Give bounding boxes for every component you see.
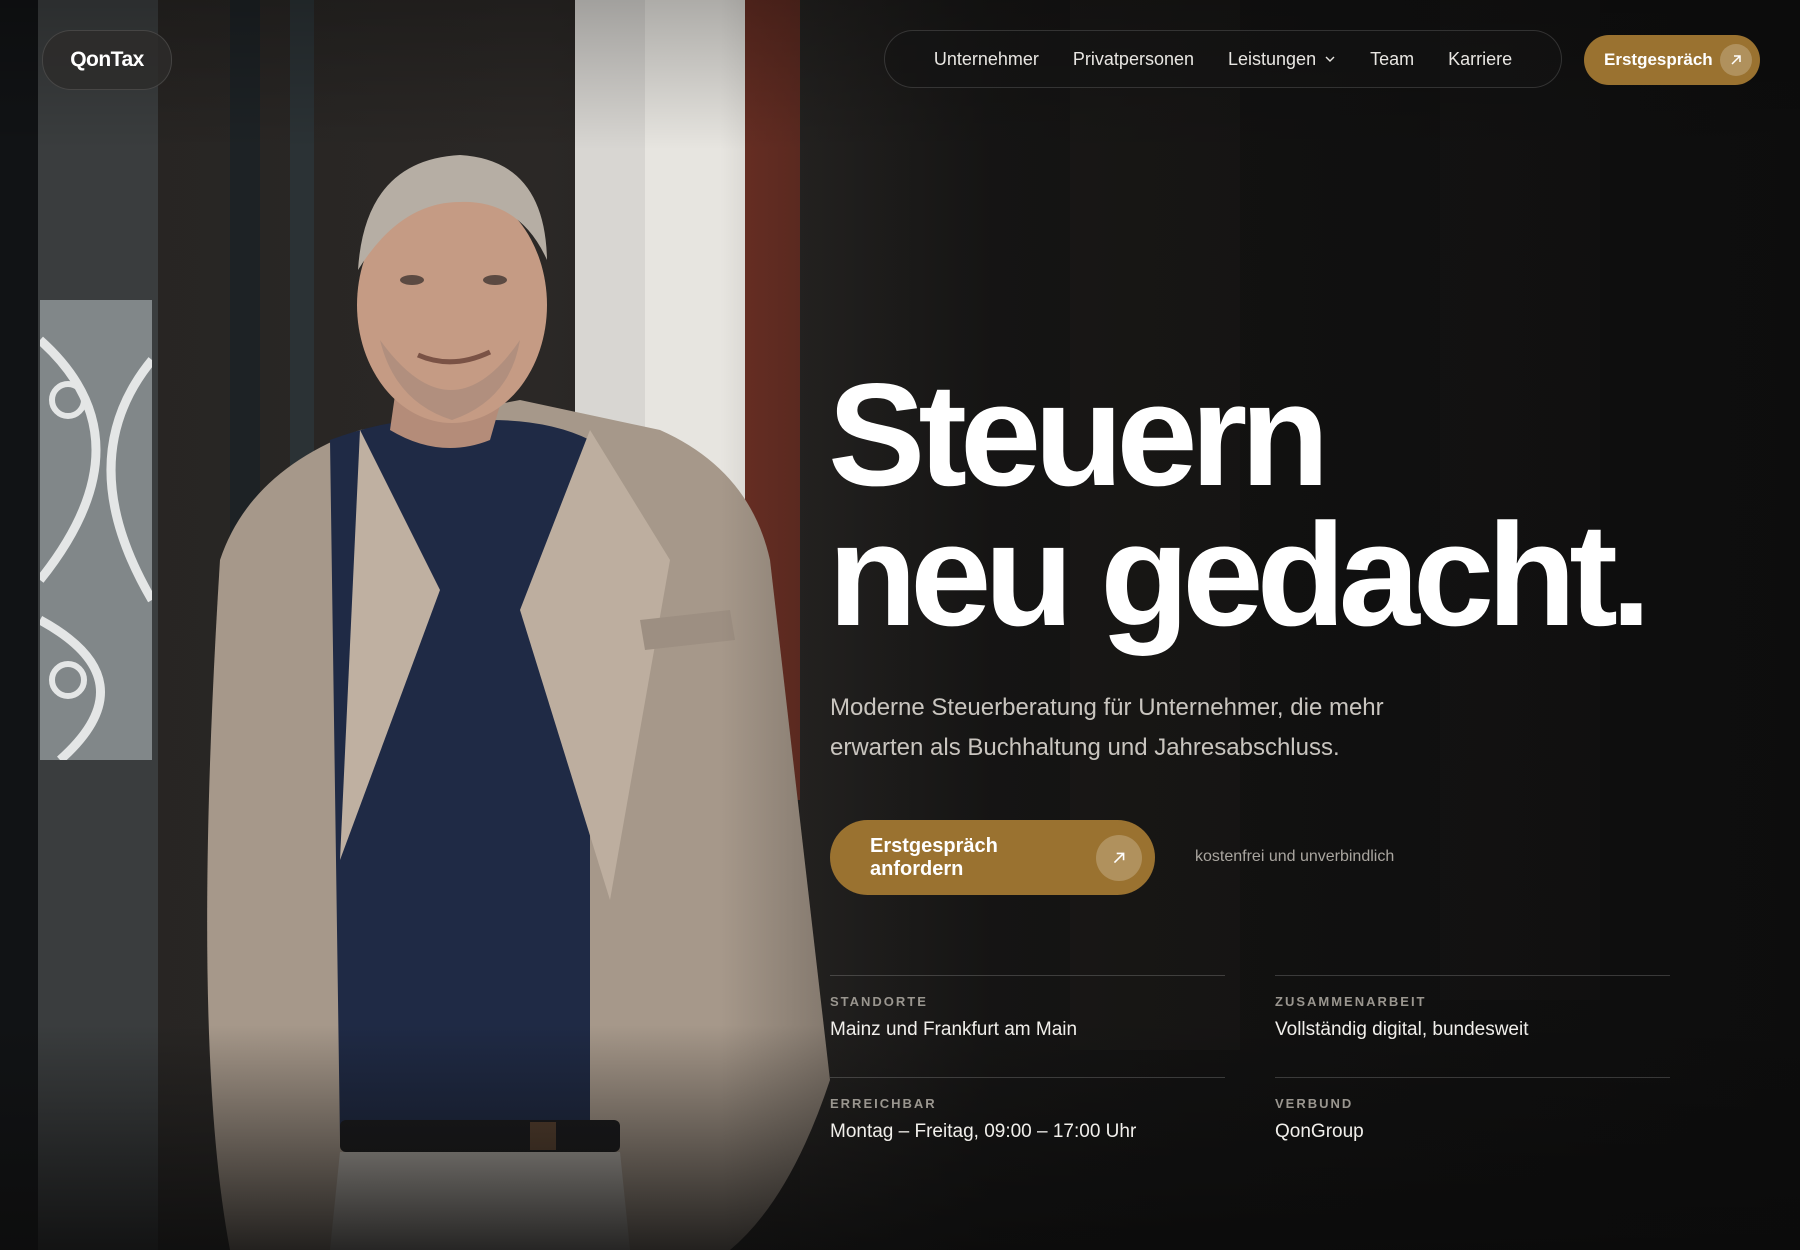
button-label: Erstgespräch xyxy=(1604,50,1713,69)
info-label: VERBUND xyxy=(1275,1096,1354,1111)
button-label: Erstgespräch anfordern xyxy=(870,834,998,880)
chevron-down-icon xyxy=(1325,56,1335,62)
nav-item-leistungen[interactable]: Leistungen xyxy=(1228,49,1336,70)
arrow-up-right-icon xyxy=(1096,834,1142,881)
headline-line-1: Steuern xyxy=(828,353,1330,516)
hero-headline: Steuern neu gedacht. xyxy=(828,353,1728,656)
headline-line-2: neu gedacht. xyxy=(828,493,1651,656)
info-label: ERREICHBAR xyxy=(830,1096,937,1111)
info-label: STANDORTE xyxy=(830,994,928,1009)
nav-item-privatpersonen[interactable]: Privatpersonen xyxy=(1073,49,1194,70)
main-nav: Unternehmer Privatpersonen Leistungen Te… xyxy=(884,30,1562,88)
nav-item-team[interactable]: Team xyxy=(1370,49,1414,70)
info-value: Vollständig digital, bundesweit xyxy=(1275,1019,1529,1040)
info-erreichbar: ERREICHBAR Montag – Freitag, 09:00 – 17:… xyxy=(830,1077,1225,1143)
erstgespraech-anfordern-button[interactable]: Erstgespräch anfordern xyxy=(830,820,1155,895)
nav-item-karriere[interactable]: Karriere xyxy=(1448,49,1512,70)
info-value: Montag – Freitag, 09:00 – 17:00 Uhr xyxy=(830,1121,1137,1142)
nav-item-unternehmer[interactable]: Unternehmer xyxy=(934,49,1039,70)
erstgespraech-button[interactable]: Erstgespräch xyxy=(1584,35,1760,85)
info-value: QonGroup xyxy=(1275,1121,1364,1142)
cta-note: kostenfrei und unverbindlich xyxy=(1195,848,1395,865)
info-value: Mainz und Frankfurt am Main xyxy=(830,1019,1078,1040)
info-standorte: STANDORTE Mainz und Frankfurt am Main xyxy=(830,975,1225,1041)
logo[interactable]: QonTax xyxy=(42,30,172,90)
arrow-up-right-icon xyxy=(1720,44,1752,76)
info-zusammenarbeit: ZUSAMMENARBEIT Vollständig digital, bund… xyxy=(1275,975,1670,1041)
info-label: ZUSAMMENARBEIT xyxy=(1275,994,1427,1009)
hero-subline: Moderne Steuerberatung für Unternehmer, … xyxy=(830,694,1384,761)
info-verbund: VERBUND QonGroup xyxy=(1275,1077,1670,1143)
nav-item-label: Leistungen xyxy=(1228,48,1317,69)
